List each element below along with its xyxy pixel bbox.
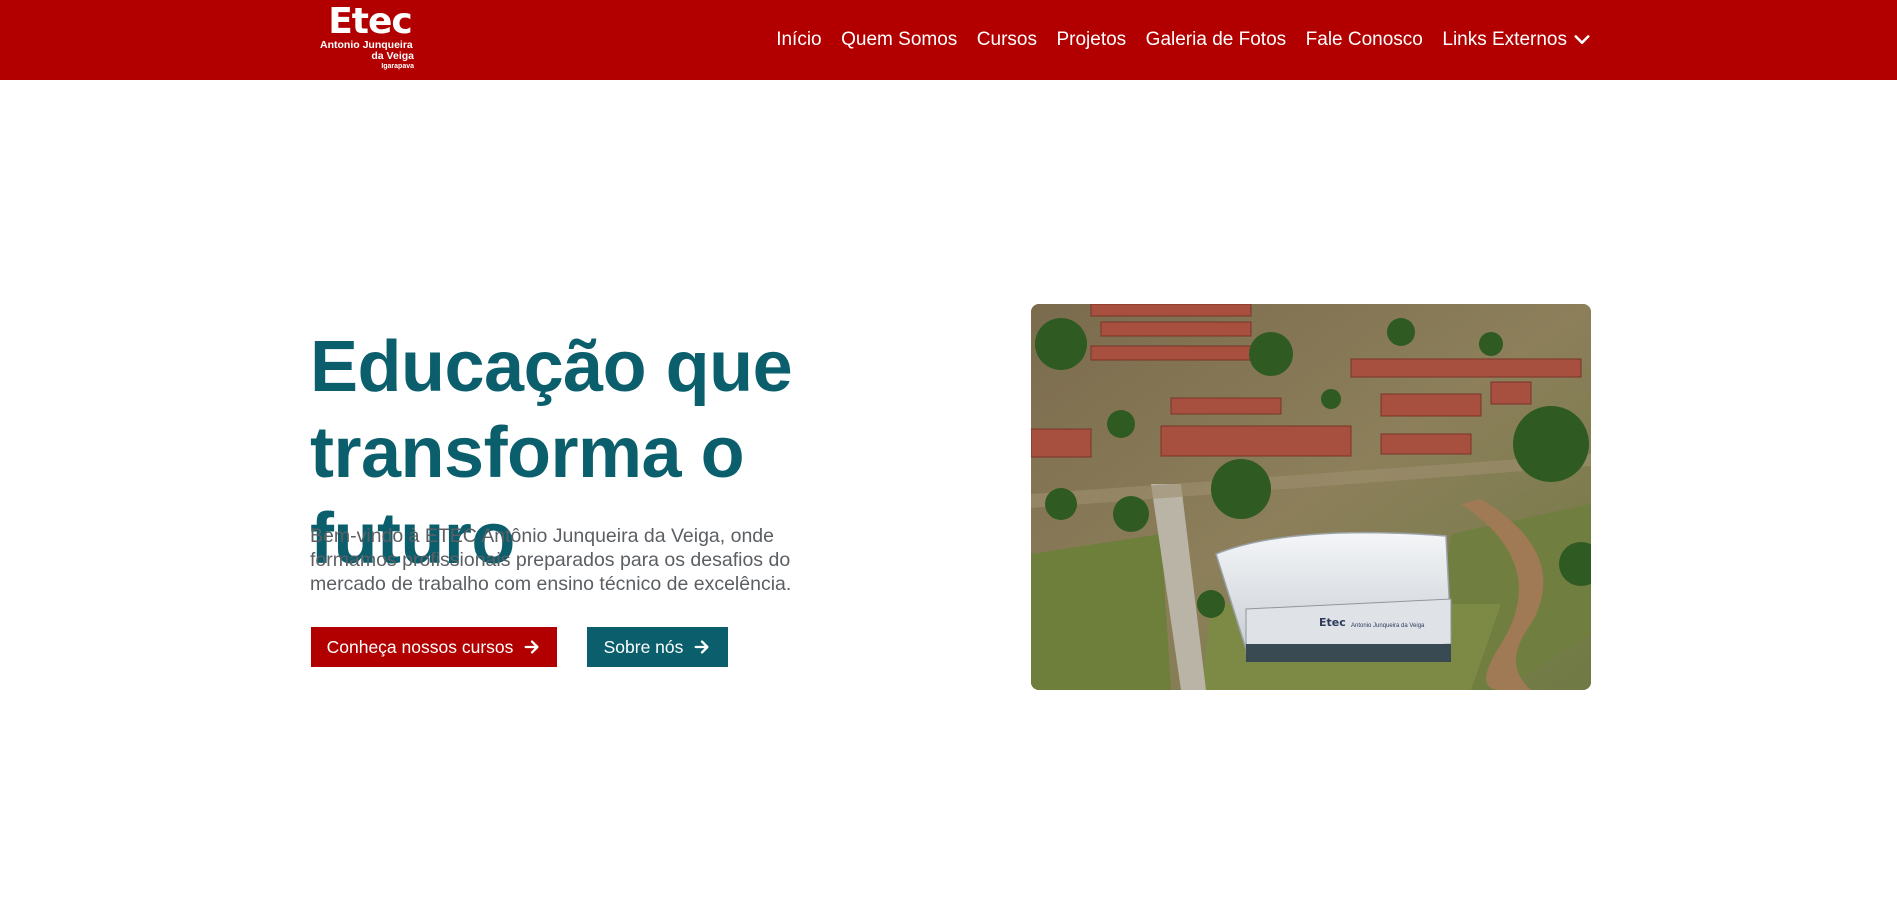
hero-description: Bem-vindo à ETEC Antônio Junqueira da Ve…: [310, 525, 792, 595]
campus-aerial-photo: Etec Antonio Junqueira da Veiga: [1031, 304, 1591, 690]
courses-button[interactable]: Conheça nossos cursos: [311, 627, 557, 667]
nav-item-inicio[interactable]: Início: [776, 28, 821, 52]
nav-item-galeria-de-fotos[interactable]: Galeria de Fotos: [1146, 28, 1286, 52]
building-sign-brand: Etec: [1319, 616, 1346, 629]
logo-city: Igarapava: [381, 63, 414, 70]
arrow-right-icon: [694, 640, 709, 654]
chevron-down-icon: [1574, 35, 1590, 44]
about-button[interactable]: Sobre nós: [587, 627, 728, 667]
main-nav: Início Quem Somos Cursos Projetos Galeri…: [776, 0, 1591, 80]
courses-button-label: Conheça nossos cursos: [326, 636, 514, 657]
nav-item-links-externos-label: Links Externos: [1442, 29, 1567, 50]
logo-school-name-2: da Veiga: [371, 50, 414, 62]
building-sign-name: Antonio Junqueira da Veiga: [1351, 623, 1425, 629]
nav-item-fale-conosco[interactable]: Fale Conosco: [1306, 28, 1423, 52]
nav-item-projetos[interactable]: Projetos: [1056, 28, 1126, 52]
about-button-label: Sobre nós: [603, 636, 684, 657]
campus-aerial-illustration: Etec Antonio Junqueira da Veiga: [1031, 304, 1591, 690]
nav-item-cursos[interactable]: Cursos: [977, 28, 1037, 52]
hero-title-line-1: Educação que: [310, 327, 793, 407]
logo-brand: Etec: [328, 1, 413, 42]
etec-logo[interactable]: Etec Antonio Junqueira da Veiga Igarapav…: [318, 4, 414, 72]
nav-item-links-externos[interactable]: Links Externos: [1442, 28, 1591, 52]
site-header: Etec Antonio Junqueira da Veiga Igarapav…: [0, 0, 1897, 80]
nav-item-quem-somos[interactable]: Quem Somos: [841, 28, 957, 52]
arrow-right-icon: [524, 640, 539, 654]
